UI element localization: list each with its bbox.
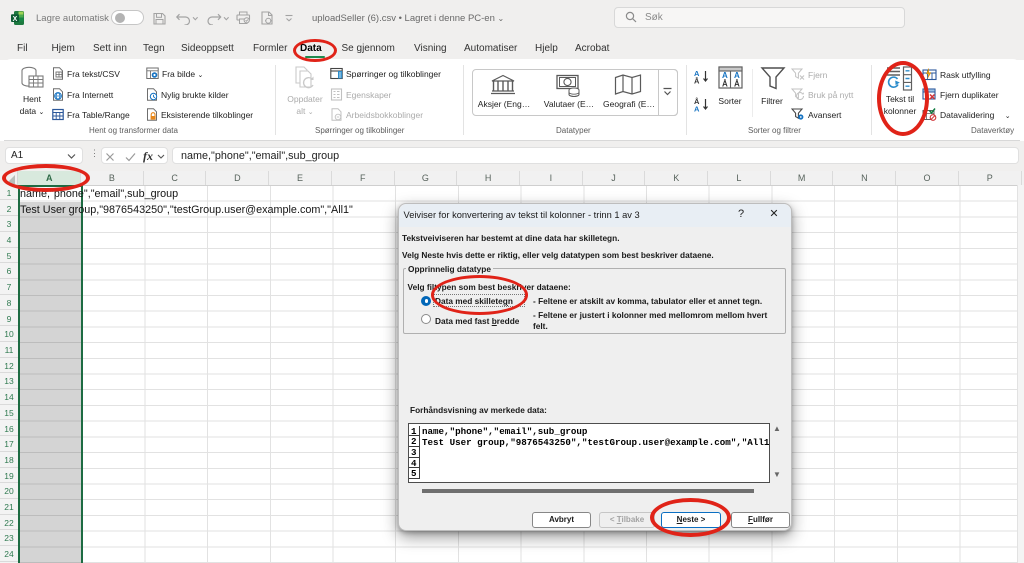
svg-text:Å: Å: [722, 80, 728, 89]
svg-text:Å: Å: [734, 80, 740, 89]
svg-text:X: X: [13, 15, 18, 22]
svg-text:A: A: [694, 105, 700, 113]
svg-text:Å: Å: [694, 77, 700, 85]
